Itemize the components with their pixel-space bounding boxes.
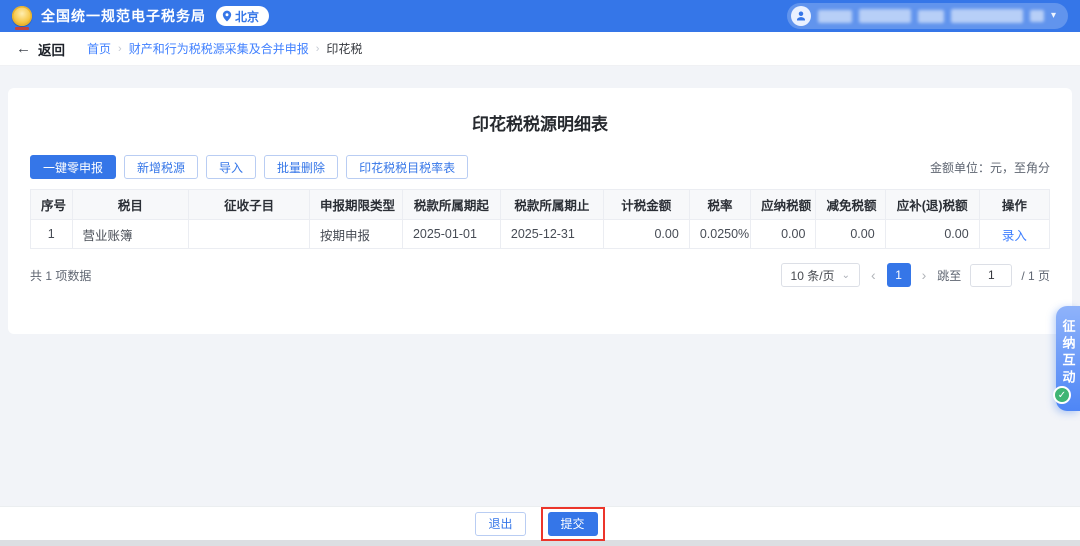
user-info-redacted [818,10,852,23]
col-header-sub-item: 征收子目 [189,190,310,220]
total-count-text: 共 1 项数据 [30,267,91,284]
current-page-button[interactable]: 1 [887,263,911,287]
cell-tax-payable: 0.00 [751,220,816,249]
col-header-tax-reduction: 减免税额 [816,190,885,220]
col-header-period-type: 申报期限类型 [309,190,402,220]
cell-rate: 0.0250% [689,220,750,249]
select-caret-icon: ⌄ [842,273,850,278]
col-header-period-end: 税款所属期止 [500,190,603,220]
exit-button[interactable]: 退出 [475,512,525,536]
tax-interaction-label: 征纳互动 [1059,319,1078,387]
user-info-redacted [1030,10,1044,22]
user-info-redacted [951,9,1023,23]
col-header-period-start: 税款所属期起 [402,190,500,220]
cell-seq: 1 [31,220,73,249]
location-pin-icon [222,10,232,22]
footer-action-bar: 退出 提交 [0,506,1080,540]
page-size-value: 10 条/页 [791,267,835,284]
bottom-edge-strip [0,540,1080,546]
submit-button[interactable]: 提交 [548,512,598,536]
cell-taxable-amount: 0.00 [603,220,689,249]
page-title: 印花税税源明细表 [30,110,1050,135]
page-size-select[interactable]: 10 条/页 ⌄ [781,263,860,287]
cell-period-end: 2025-12-31 [500,220,603,249]
national-emblem-logo [12,6,32,26]
cell-period-type: 按期申报 [309,220,402,249]
prev-page-button[interactable]: ‹ [869,267,878,283]
breadcrumb: 首页 › 财产和行为税税源采集及合并申报 › 印花税 [87,40,362,57]
user-info-redacted [859,9,911,23]
cell-sub-item [189,220,310,249]
location-label: 北京 [235,8,259,25]
back-arrow-icon[interactable]: ← [16,40,31,57]
breadcrumb-separator: › [118,43,122,55]
table-header-row: 序号 税目 征收子目 申报期限类型 税款所属期起 税款所属期止 计税金额 税率 … [31,190,1050,220]
add-tax-source-button[interactable]: 新增税源 [124,155,198,179]
one-click-zero-declaration-button[interactable]: 一键零申报 [30,155,116,179]
user-avatar-icon [791,6,811,26]
col-header-seq: 序号 [31,190,73,220]
toolbar: 一键零申报 新增税源 导入 批量删除 印花税税目税率表 金额单位：元，至角分 [30,155,1050,179]
location-selector[interactable]: 北京 [216,6,269,26]
jump-page-input[interactable] [970,264,1012,287]
tax-rate-table-button[interactable]: 印花税税目税率表 [346,155,468,179]
tax-interaction-float-tab[interactable]: 征纳互动 ✓ [1056,306,1080,411]
cell-tax-due: 0.00 [885,220,979,249]
jump-to-label: 跳至 [937,267,961,284]
cell-period-start: 2025-01-01 [402,220,500,249]
next-page-button[interactable]: › [920,267,929,283]
caret-down-icon: ▾ [1051,11,1056,21]
user-account-menu[interactable]: ▾ [787,3,1068,29]
cell-tax-item: 营业账簿 [72,220,189,249]
import-button[interactable]: 导入 [206,155,256,179]
amount-unit-note: 金额单位：元，至角分 [930,159,1050,176]
user-info-redacted [918,10,944,23]
total-pages-text: / 1 页 [1021,267,1050,284]
tax-source-table: 序号 税目 征收子目 申报期限类型 税款所属期起 税款所属期止 计税金额 税率 … [30,189,1050,249]
col-header-taxable-amount: 计税金额 [603,190,689,220]
breadcrumb-separator: › [316,43,320,55]
table-row: 1 营业账簿 按期申报 2025-01-01 2025-12-31 0.00 0… [31,220,1050,249]
batch-delete-button[interactable]: 批量删除 [264,155,338,179]
col-header-action: 操作 [979,190,1049,220]
pagination-bar: 共 1 项数据 10 条/页 ⌄ ‹ 1 › 跳至 / 1 页 [30,263,1050,287]
breadcrumb-bar: ← 返回 首页 › 财产和行为税税源采集及合并申报 › 印花税 [0,32,1080,66]
top-header-bar: 全国统一规范电子税务局 北京 ▾ [0,0,1080,32]
red-annotation-highlight: 提交 [541,507,605,541]
stamp-tax-detail-card: 印花税税源明细表 一键零申报 新增税源 导入 批量删除 印花税税目税率表 金额单… [8,88,1072,334]
app-title: 全国统一规范电子税务局 [41,6,206,26]
breadcrumb-home[interactable]: 首页 [87,40,111,57]
breadcrumb-collection-module[interactable]: 财产和行为税税源采集及合并申报 [129,40,309,57]
col-header-tax-due: 应补(退)税额 [885,190,979,220]
page-content: 印花税税源明细表 一键零申报 新增税源 导入 批量删除 印花税税目税率表 金额单… [0,66,1080,506]
breadcrumb-current-stamp-tax: 印花税 [326,40,362,57]
col-header-tax-payable: 应纳税额 [751,190,816,220]
enter-record-link[interactable]: 录入 [1002,229,1027,243]
back-button[interactable]: 返回 [38,39,65,59]
cell-tax-reduction: 0.00 [816,220,885,249]
col-header-rate: 税率 [689,190,750,220]
interaction-chat-icon: ✓ [1053,386,1071,404]
col-header-tax-item: 税目 [72,190,189,220]
